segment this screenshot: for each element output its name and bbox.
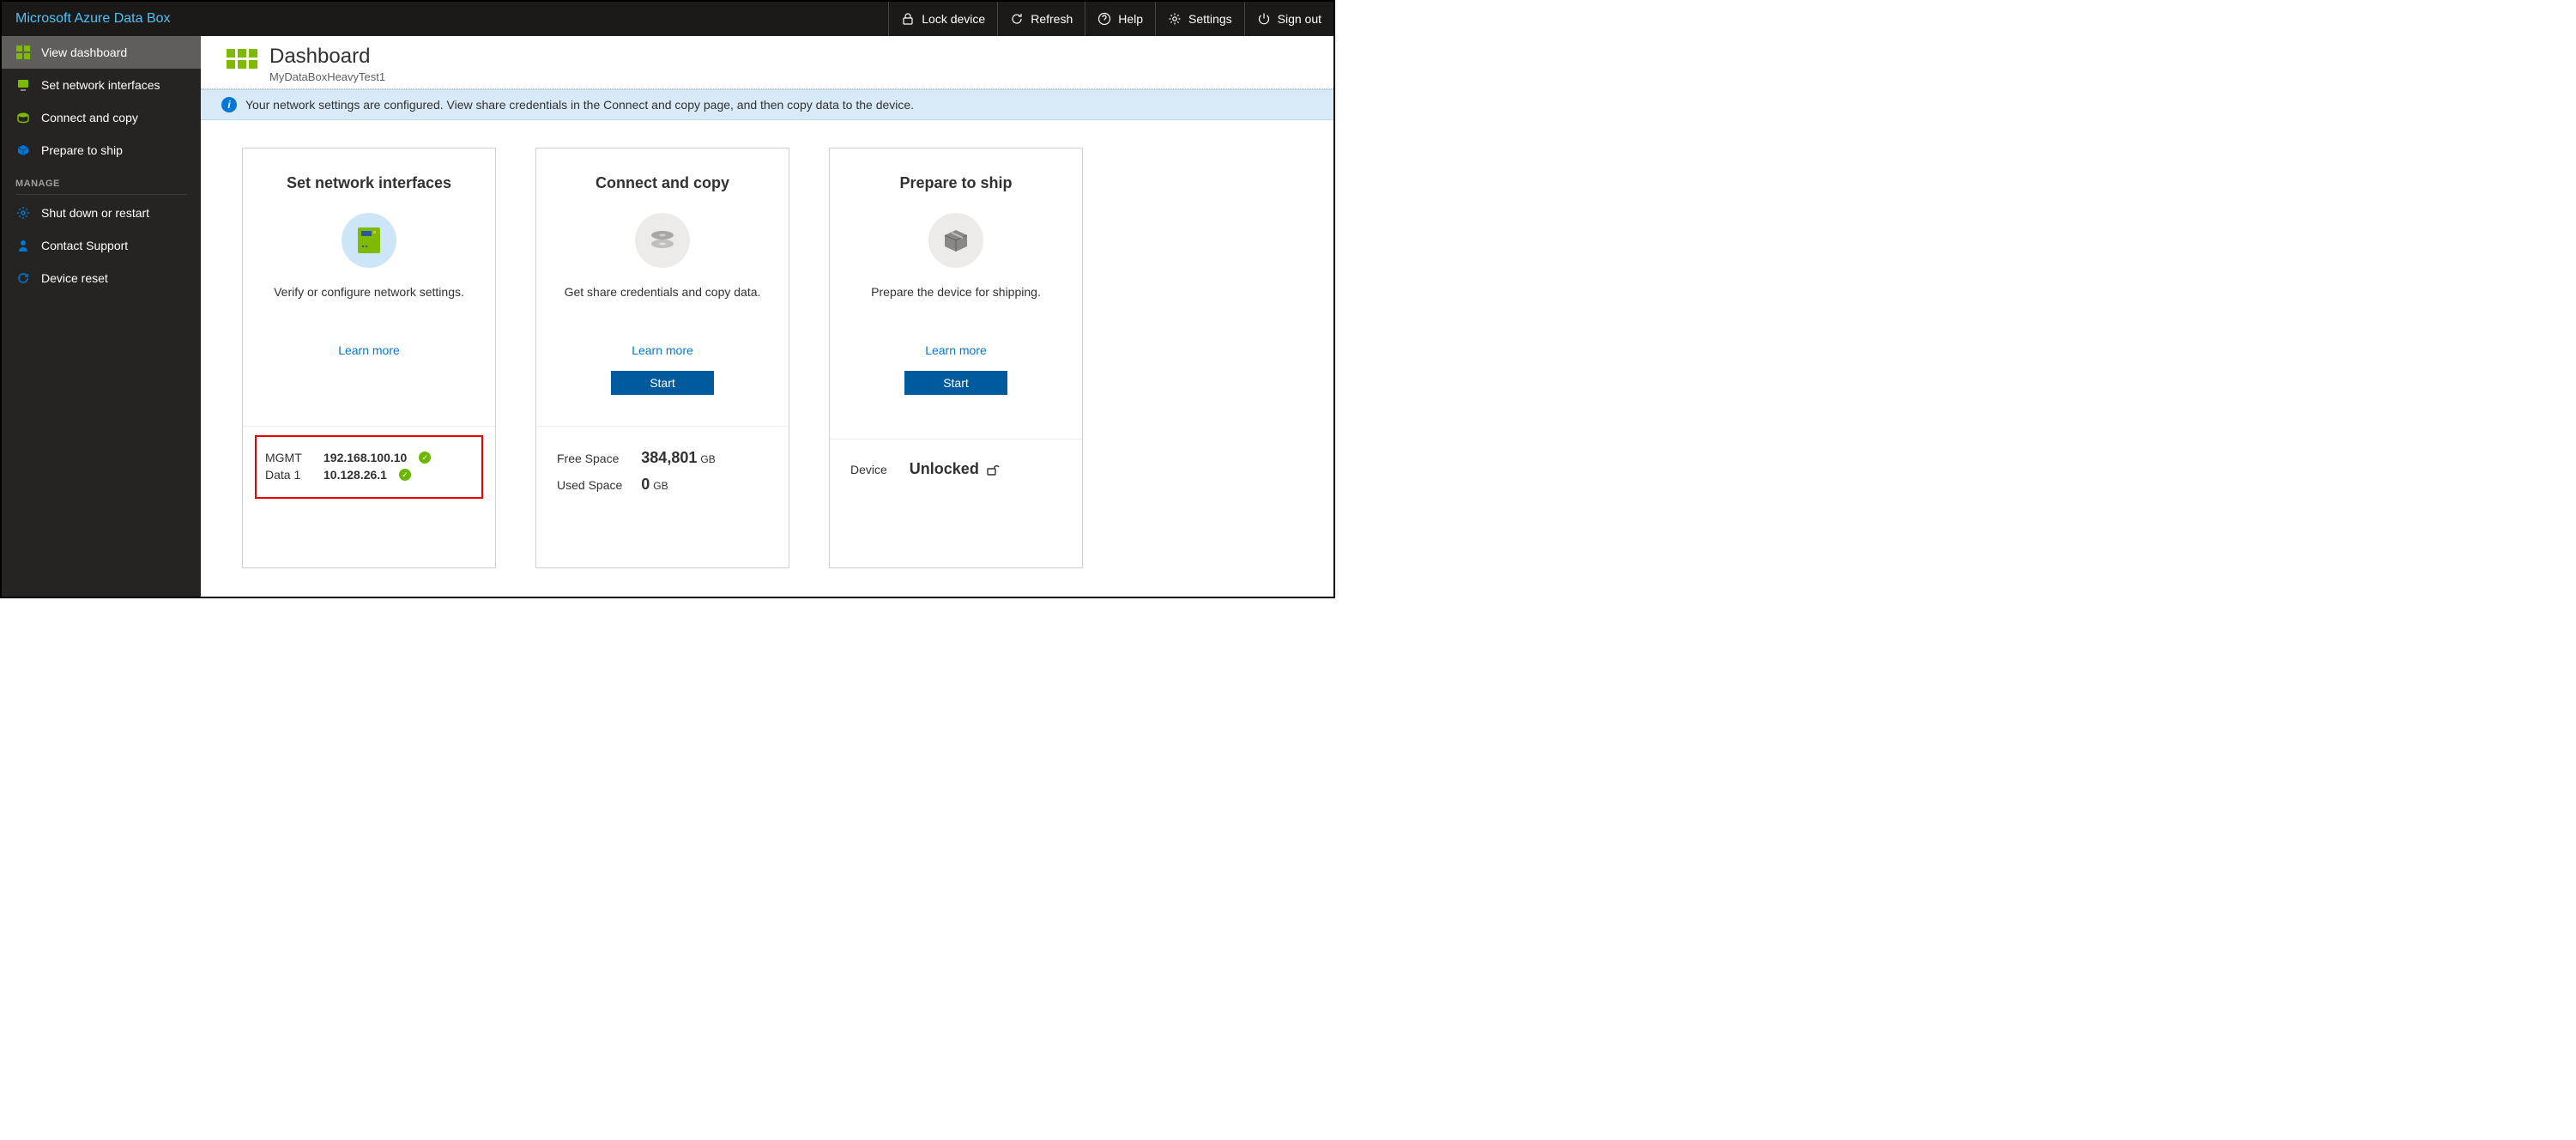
help-button[interactable]: Help: [1085, 2, 1155, 36]
dashboard-icon: [15, 45, 31, 60]
ship-icon: [15, 142, 31, 158]
used-space-label: Used Space: [557, 478, 622, 492]
status-ok-icon: [399, 469, 411, 481]
sidebar-item-label: Contact Support: [41, 239, 128, 252]
device-label: Device: [850, 463, 887, 476]
sidebar-item-network[interactable]: Set network interfaces: [2, 69, 201, 101]
top-bar: Microsoft Azure Data Box Lock device Ref…: [2, 2, 1333, 36]
shutdown-icon: [15, 205, 31, 221]
network-row-mgmt: MGMT 192.168.100.10: [265, 451, 473, 464]
sidebar-item-support[interactable]: Contact Support: [2, 229, 201, 262]
page-title: Dashboard: [269, 45, 385, 69]
reset-icon: [15, 270, 31, 286]
sidebar-item-dashboard[interactable]: View dashboard: [2, 36, 201, 69]
card-copy-title: Connect and copy: [596, 174, 729, 192]
card-prepare-ship: Prepare to ship Prepare the device for s…: [829, 148, 1083, 568]
card-connect-copy: Connect and copy Get share credentials a…: [535, 148, 789, 568]
connect-icon: [15, 110, 31, 125]
refresh-button[interactable]: Refresh: [997, 2, 1085, 36]
sidebar-item-label: Connect and copy: [41, 111, 138, 124]
page-subtitle: MyDataBoxHeavyTest1: [269, 70, 385, 83]
sidebar-item-label: Prepare to ship: [41, 143, 123, 157]
device-status-row: Device Unlocked: [830, 440, 1082, 499]
used-space-value: 0: [641, 476, 650, 493]
package-icon: [928, 213, 983, 268]
card-copy-desc: Get share credentials and copy data.: [565, 285, 761, 299]
lock-icon: [901, 12, 915, 26]
dashboard-header-icon: [227, 49, 257, 80]
card-network-desc: Verify or configure network settings.: [274, 285, 464, 299]
sidebar-item-label: Set network interfaces: [41, 78, 160, 92]
page-header: Dashboard MyDataBoxHeavyTest1: [201, 36, 1333, 89]
card-ship-start-button[interactable]: Start: [904, 371, 1007, 395]
card-copy-learn-link[interactable]: Learn more: [632, 343, 693, 357]
help-icon: [1098, 12, 1111, 26]
sidebar-item-label: Shut down or restart: [41, 206, 149, 220]
card-copy-start-button[interactable]: Start: [611, 371, 714, 395]
unlock-icon: [986, 463, 1000, 476]
card-copy-stats: Free Space 384,801GB Used Space 0GB: [536, 427, 789, 516]
sidebar-item-reset[interactable]: Device reset: [2, 262, 201, 294]
card-ship-title: Prepare to ship: [899, 174, 1012, 192]
main-content: Dashboard MyDataBoxHeavyTest1 i Your net…: [201, 36, 1333, 597]
sidebar-item-prepare-ship[interactable]: Prepare to ship: [2, 134, 201, 167]
sidebar: View dashboard Set network interfaces Co…: [2, 36, 201, 597]
refresh-icon: [1010, 12, 1024, 26]
info-text: Your network settings are configured. Vi…: [245, 98, 914, 112]
server-icon: [342, 213, 396, 268]
sidebar-item-label: View dashboard: [41, 45, 127, 59]
sidebar-item-label: Device reset: [41, 271, 108, 285]
disk-icon: [635, 213, 690, 268]
sidebar-section-manage: MANAGE: [2, 167, 201, 194]
settings-button[interactable]: Settings: [1155, 2, 1244, 36]
sidebar-item-connect-copy[interactable]: Connect and copy: [2, 101, 201, 134]
support-icon: [15, 238, 31, 253]
app-title: Microsoft Azure Data Box: [2, 2, 184, 36]
free-space-label: Free Space: [557, 452, 622, 465]
power-icon: [1257, 12, 1271, 26]
gear-icon: [1168, 12, 1182, 26]
info-banner: i Your network settings are configured. …: [201, 89, 1333, 120]
network-address-highlight: MGMT 192.168.100.10 Data 1 10.128.26.1: [255, 435, 483, 499]
card-ship-learn-link[interactable]: Learn more: [925, 343, 987, 357]
lock-device-button[interactable]: Lock device: [888, 2, 997, 36]
card-ship-desc: Prepare the device for shipping.: [871, 285, 1041, 299]
card-network: Set network interfaces Verify or configu…: [242, 148, 496, 568]
info-icon: i: [221, 97, 237, 112]
network-row-data1: Data 1 10.128.26.1: [265, 468, 473, 482]
device-status-value: Unlocked: [910, 460, 979, 478]
sidebar-item-shutdown[interactable]: Shut down or restart: [2, 197, 201, 229]
status-ok-icon: [419, 452, 431, 464]
card-network-title: Set network interfaces: [287, 174, 451, 192]
network-icon: [15, 77, 31, 93]
sign-out-button[interactable]: Sign out: [1244, 2, 1333, 36]
free-space-value: 384,801: [641, 449, 697, 466]
card-network-learn-link[interactable]: Learn more: [338, 343, 400, 357]
